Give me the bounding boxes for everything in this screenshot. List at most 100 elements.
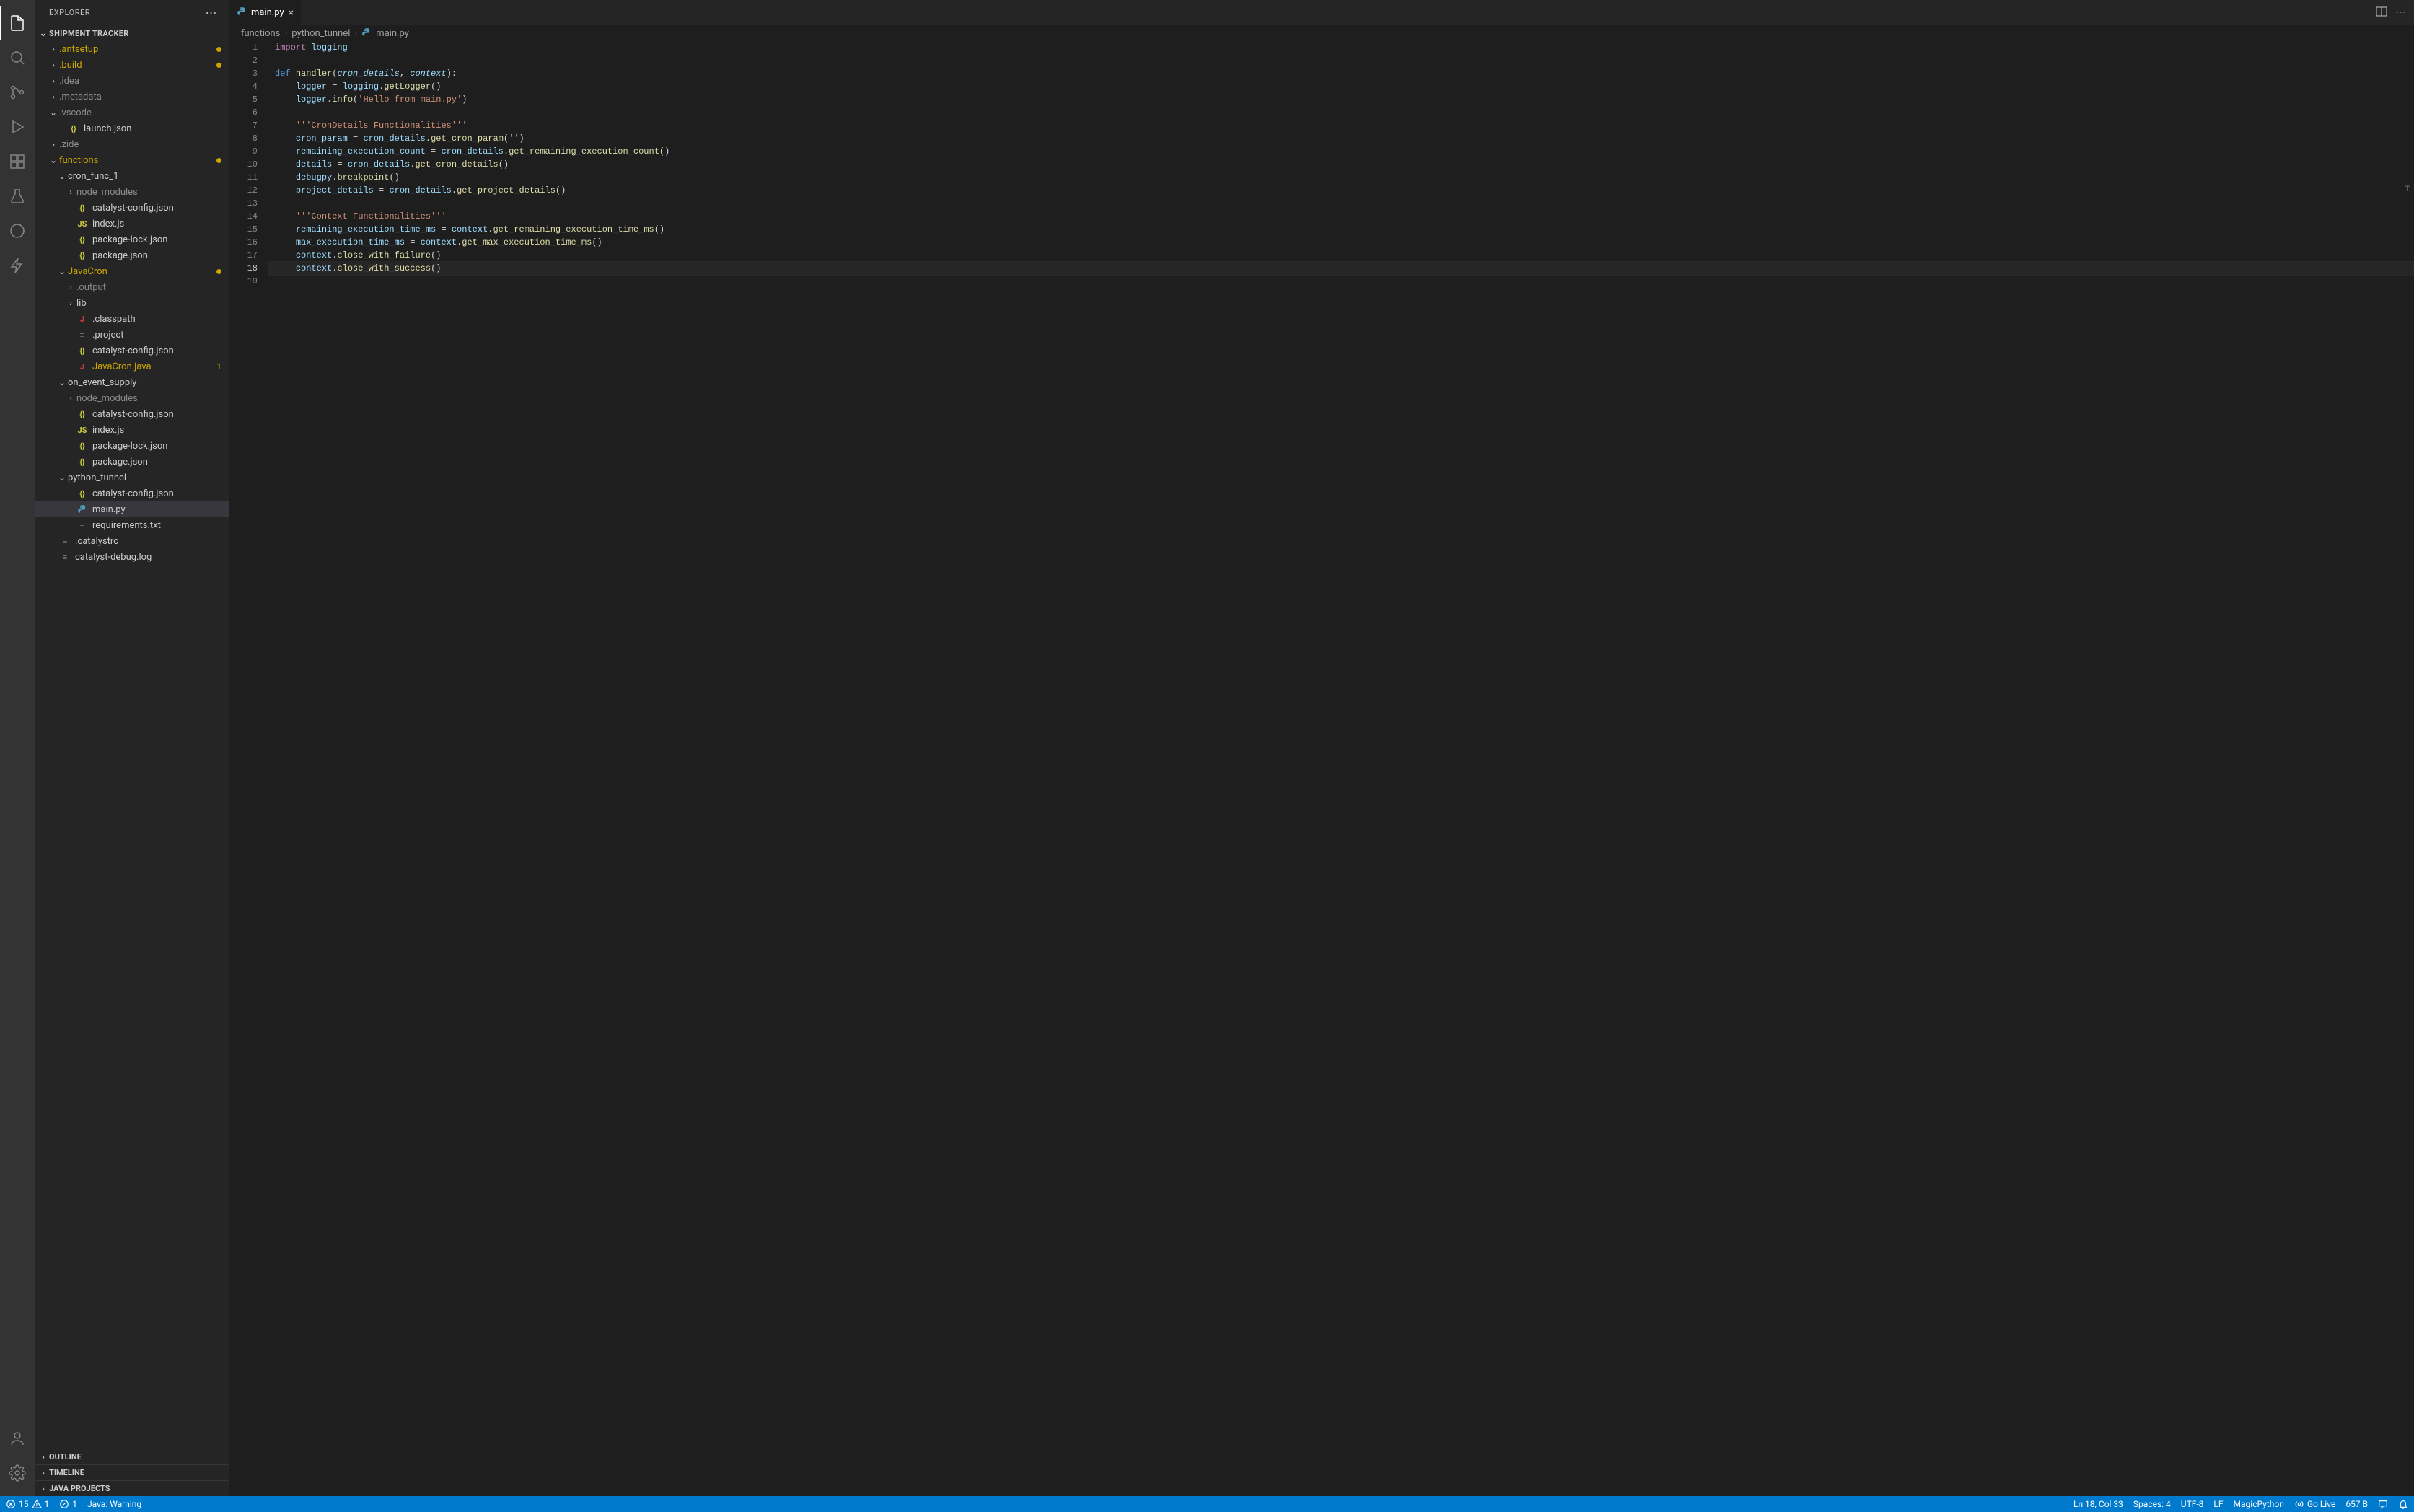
thunder-icon[interactable] [0,248,35,283]
tree-folder[interactable]: ›.output [35,279,229,295]
chevron-right-icon: › [354,28,357,39]
tree-file[interactable]: {}catalyst-config.json [35,406,229,422]
tree-folder[interactable]: ›node_modules [35,390,229,406]
search-icon[interactable] [0,40,35,75]
tree-folder[interactable]: ›.zide [35,136,229,152]
status-golive[interactable]: Go Live [2294,1499,2335,1509]
status-language[interactable]: MagicPython [2234,1499,2284,1509]
outline-section-label: OUTLINE [49,1452,82,1462]
tree-item-label: cron_func_1 [68,171,221,182]
tree-item-label: JavaCron [68,266,212,277]
tree-folder[interactable]: ⌄cron_func_1 [35,168,229,184]
breadcrumb-seg[interactable]: main.py [376,28,409,39]
tree-item-label: .antsetup [59,44,212,55]
tree-folder[interactable]: ›.antsetup [35,41,229,57]
tree-file[interactable]: JSindex.js [35,422,229,438]
tree-folder[interactable]: ›lib [35,295,229,311]
tree-folder[interactable]: ›.build [35,57,229,73]
tree-file[interactable]: JJavaCron.java1 [35,359,229,374]
tree-file[interactable]: ≡ catalyst-debug.log [35,549,229,565]
tree-file[interactable]: JSindex.js [35,216,229,232]
sidebar: EXPLORER ⋯ ⌄ SHIPMENT TRACKER ›.antsetup… [35,0,229,1496]
tree-folder[interactable]: ›.idea [35,73,229,89]
status-java-label: Java: Warning [87,1499,141,1509]
chevron-down-icon: ⌄ [56,266,68,276]
tree-item-label: package-lock.json [92,234,221,245]
json-file-icon: {} [76,250,88,261]
tree-item-label: JavaCron.java [92,361,212,372]
status-encoding[interactable]: UTF-8 [2181,1499,2204,1509]
tree-file[interactable]: ≡requirements.txt [35,517,229,533]
js-file-icon: JS [76,218,88,229]
tree-folder[interactable]: ›.metadata [35,89,229,105]
source-control-icon[interactable] [0,75,35,110]
tree-file[interactable]: {}catalyst-config.json [35,485,229,501]
status-cursor[interactable]: Ln 18, Col 33 [2073,1499,2123,1509]
status-feedback-icon[interactable] [2378,1499,2388,1509]
split-editor-icon[interactable] [2376,6,2387,20]
chevron-right-icon: › [38,1468,49,1477]
tree-file[interactable]: ≡.project [35,327,229,343]
run-debug-icon[interactable] [0,110,35,144]
code-content[interactable]: import logging def handler(cron_details,… [269,41,2414,1496]
status-java[interactable]: Java: Warning [87,1499,141,1509]
status-filesize[interactable]: 657 B [2345,1499,2368,1509]
more-actions-icon[interactable]: ⋯ [2396,7,2405,18]
editor: main.py × ⋯ functions › python_tunnel › … [229,0,2414,1496]
tree-folder[interactable]: ⌄JavaCron [35,263,229,279]
minimap[interactable]: T [2405,185,2410,193]
tree-file[interactable]: J .classpath [35,311,229,327]
modified-dot-icon [216,63,221,68]
text-file-icon: ≡ [59,551,71,563]
outline-section[interactable]: › OUTLINE [35,1449,229,1464]
java-file-icon: J [76,361,88,372]
tree-folder[interactable]: ⌄.vscode [35,105,229,120]
testing-icon[interactable] [0,179,35,214]
tree-file[interactable]: {}catalyst-config.json [35,200,229,216]
status-errors-count: 15 [19,1499,29,1509]
status-errors[interactable]: 15 1 [6,1499,49,1509]
status-spaces[interactable]: Spaces: 4 [2133,1499,2171,1509]
tree-folder[interactable]: ›node_modules [35,184,229,200]
status-eol[interactable]: LF [2213,1499,2223,1509]
tree-file[interactable]: {}launch.json [35,120,229,136]
tree-folder[interactable]: ⌄python_tunnel [35,470,229,485]
tree-file[interactable]: {}package.json [35,247,229,263]
file-tree: ›.antsetup›.build›.idea›.metadata⌄.vscod… [35,41,229,1449]
tab-close-icon[interactable]: × [289,7,294,19]
java-projects-section[interactable]: › JAVA PROJECTS [35,1480,229,1496]
json-file-icon: {} [76,488,88,499]
tree-file[interactable]: ≡.catalystrc [35,533,229,549]
catalyst-icon[interactable] [0,214,35,248]
status-bell-icon[interactable] [2398,1499,2408,1509]
extensions-icon[interactable] [0,144,35,179]
tree-file[interactable]: {}package.json [35,454,229,470]
breadcrumb-seg[interactable]: python_tunnel [291,28,350,39]
settings-gear-icon[interactable] [0,1456,35,1490]
tree-folder[interactable]: ⌄functions [35,152,229,168]
workspace-section[interactable]: ⌄ SHIPMENT TRACKER [35,25,229,41]
js-file-icon: JS [76,424,88,436]
account-icon[interactable] [0,1421,35,1456]
tree-file[interactable]: main.py [35,501,229,517]
status-ports[interactable]: 1 [59,1499,77,1509]
breadcrumb-seg[interactable]: functions [241,28,280,39]
tree-file[interactable]: {}catalyst-config.json [35,343,229,359]
timeline-section[interactable]: › TIMELINE [35,1464,229,1480]
code-area[interactable]: 12345678910111213141516171819 import log… [229,41,2414,1496]
json-file-icon: {} [76,202,88,214]
workspace-section-label: SHIPMENT TRACKER [49,29,129,38]
explorer-icon[interactable] [0,6,35,40]
java-file-icon: J [76,313,88,325]
tree-item-label: functions [59,155,212,166]
tree-item-label: catalyst-debug.log [75,552,221,563]
tree-file[interactable]: {} package-lock.json [35,232,229,247]
tree-item-label: .classpath [92,314,221,325]
tree-file[interactable]: {}package-lock.json [35,438,229,454]
json-file-icon: {} [76,234,88,245]
tree-folder[interactable]: ⌄on_event_supply [35,374,229,390]
sidebar-more-icon[interactable]: ⋯ [206,6,218,19]
tab-main-py[interactable]: main.py × [229,0,302,25]
breadcrumbs[interactable]: functions › python_tunnel › main.py [229,25,2414,41]
tree-item-label: .output [76,282,221,293]
